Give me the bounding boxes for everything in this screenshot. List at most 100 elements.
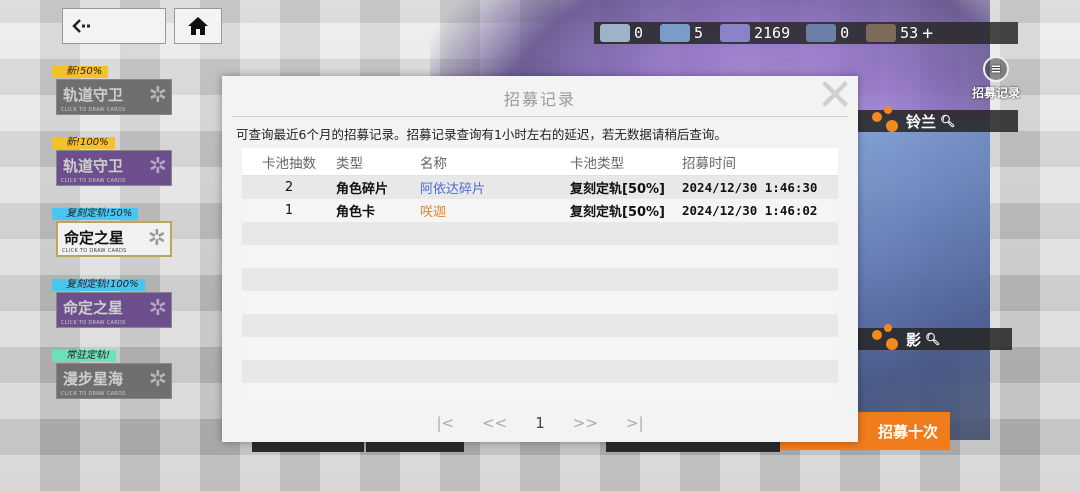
banner-subtitle: CLICK TO DRAW CARDS [61, 320, 126, 326]
table-row: 2 角色碎片 阿依达碎片 复刻定轨[50%] 2024/12/30 1:46:30 [242, 176, 838, 199]
header-recruit-time: 招募时间 [682, 155, 736, 172]
record-table: 卡池抽数 类型 名称 卡池类型 招募时间 2 角色碎片 阿依达碎片 复刻定轨[50%]… [242, 148, 838, 406]
back-arrow-icon [72, 19, 90, 33]
header-pool-count: 卡池抽数 [262, 155, 316, 172]
banner-subtitle: CLICK TO DRAW CARDS [61, 107, 126, 113]
star-shard-icon [660, 24, 690, 42]
recruit-record-label: 招募记录 [971, 86, 1020, 100]
current-page: 1 [535, 414, 545, 432]
character-name: 影 [906, 330, 922, 349]
banner-item[interactable]: 新!100% 轨道守卫 ✲ CLICK TO DRAW CARDS [52, 137, 172, 187]
banner-name: 命定之星 [64, 229, 125, 247]
home-button[interactable] [174, 8, 222, 44]
recruit-record-dialog: 招募记录 ✕ 可查询最近6个月的招募记录。招募记录查询有1小时左右的延迟，若无数… [222, 74, 858, 442]
cell-time: 2024/12/30 1:46:02 [682, 203, 818, 218]
header-name: 名称 [420, 155, 447, 172]
query-notice: 可查询最近6个月的招募记录。招募记录查询有1小时左右的延迟，若无数据请稍后查询。 [236, 127, 727, 142]
resource-crystal[interactable]: 2169 [714, 24, 790, 42]
banner-name: 命定之星 [63, 299, 124, 317]
character-label-2[interactable]: 影 🔍︎ [858, 324, 1012, 350]
banner-name: 漫步星海 [63, 370, 124, 388]
home-icon [188, 17, 208, 35]
draw-ten-label: 招募十次 [877, 422, 938, 441]
table-row-empty [242, 314, 838, 337]
banner-card: 命定之星 ✲ CLICK TO DRAW CARDS [56, 221, 172, 257]
cell-type: 角色碎片 [336, 182, 389, 197]
banner-item[interactable]: 新!50% 轨道守卫 ✲ CLICK TO DRAW CARDS [52, 66, 172, 116]
banner-card: 轨道守卫 ✲ CLICK TO DRAW CARDS [56, 150, 172, 186]
header-pool-type: 卡池类型 [570, 155, 624, 172]
cell-count: 2 [284, 180, 294, 195]
banner-item[interactable]: 常驻定轨! 漫步星海 ✲ CLICK TO DRAW CARDS [52, 350, 172, 400]
resource-bar: 0 5 2169 0 53 + [594, 22, 1018, 44]
banner-emblem-icon: ✲ [148, 296, 167, 321]
banner-emblem-icon: ✲ [148, 154, 167, 179]
cell-type: 角色卡 [336, 205, 376, 220]
last-page-button[interactable]: >| [626, 414, 644, 432]
dialog-title: 招募记录 [503, 90, 576, 109]
title-divider [232, 116, 848, 117]
back-button[interactable] [62, 8, 166, 44]
cell-pool-type: 复刻定轨[50%] [570, 182, 665, 197]
pagination: |< << 1 >> >| [222, 414, 858, 432]
banner-card: 轨道守卫 ✲ CLICK TO DRAW CARDS [56, 79, 172, 115]
banner-tag: 复刻定轨!50% [52, 208, 139, 220]
table-row-empty [242, 245, 838, 268]
table-row-empty [242, 291, 838, 314]
resource-value: 2169 [754, 24, 791, 42]
cell-name: 咲迦 [420, 205, 447, 220]
character-name: 铃兰 [906, 112, 937, 131]
prev-page-button[interactable]: << [482, 414, 507, 432]
banner-card: 命定之星 ✲ CLICK TO DRAW CARDS [56, 292, 172, 328]
character-art-secondary [840, 120, 990, 440]
table-row-empty [242, 268, 838, 291]
character-label-1[interactable]: 铃兰 🔍︎ [858, 106, 1018, 132]
orange-dots-icon [866, 104, 902, 138]
table-row-empty [242, 383, 838, 406]
cell-time: 2024/12/30 1:46:30 [682, 180, 818, 195]
table-row-empty [242, 360, 838, 383]
banner-item[interactable]: 复刻定轨!100% 命定之星 ✲ CLICK TO DRAW CARDS [52, 279, 172, 329]
search-icon: 🔍︎ [925, 332, 941, 346]
resource-star-shard[interactable]: 5 [654, 24, 704, 42]
ticket-icon [600, 24, 630, 42]
list-icon: ≡ [983, 56, 1009, 82]
search-icon: 🔍︎ [940, 114, 956, 128]
table-row-empty [242, 222, 838, 245]
recruit-record-button[interactable]: ≡ 招募记录 [966, 56, 1026, 101]
banner-emblem-icon: ✲ [148, 83, 167, 108]
resource-key[interactable]: 0 [800, 24, 850, 42]
banner-tag: 复刻定轨!100% [52, 279, 145, 291]
banner-emblem-icon: ✲ [148, 367, 167, 392]
banner-tag: 新!100% [52, 137, 115, 149]
resource-value: 5 [694, 24, 704, 42]
banner-tag: 常驻定轨! [52, 350, 117, 362]
table-row: 1 角色卡 咲迦 复刻定轨[50%] 2024/12/30 1:46:02 [242, 199, 838, 222]
resource-value: 0 [634, 24, 644, 42]
banner-name: 轨道守卫 [63, 157, 124, 175]
table-header: 卡池抽数 类型 名称 卡池类型 招募时间 [242, 148, 838, 176]
cell-pool-type: 复刻定轨[50%] [570, 205, 665, 220]
resource-ticket[interactable]: 0 [594, 24, 644, 42]
banner-subtitle: CLICK TO DRAW CARDS [62, 248, 127, 254]
banner-emblem-icon: ✲ [147, 226, 166, 251]
banner-name: 轨道守卫 [63, 86, 124, 104]
orange-dots-icon [866, 322, 902, 356]
key-icon [806, 24, 837, 42]
cell-count: 1 [284, 203, 294, 218]
resource-character[interactable]: 53 + [860, 23, 933, 44]
banner-subtitle: CLICK TO DRAW CARDS [61, 178, 126, 184]
banner-subtitle: CLICK TO DRAW CARDS [61, 391, 126, 397]
add-resource-icon[interactable]: + [922, 23, 933, 44]
cell-name: 阿依达碎片 [420, 182, 486, 197]
resource-value: 53 [900, 24, 919, 42]
close-icon[interactable]: ✕ [816, 74, 854, 118]
header-type: 类型 [336, 155, 363, 172]
banner-card: 漫步星海 ✲ CLICK TO DRAW CARDS [56, 363, 172, 399]
character-avatar-icon [866, 24, 897, 42]
crystal-icon [720, 24, 750, 42]
banner-item[interactable]: 复刻定轨!50% 命定之星 ✲ CLICK TO DRAW CARDS [52, 208, 172, 258]
resource-value: 0 [840, 24, 850, 42]
first-page-button[interactable]: |< [436, 414, 454, 432]
next-page-button[interactable]: >> [573, 414, 598, 432]
